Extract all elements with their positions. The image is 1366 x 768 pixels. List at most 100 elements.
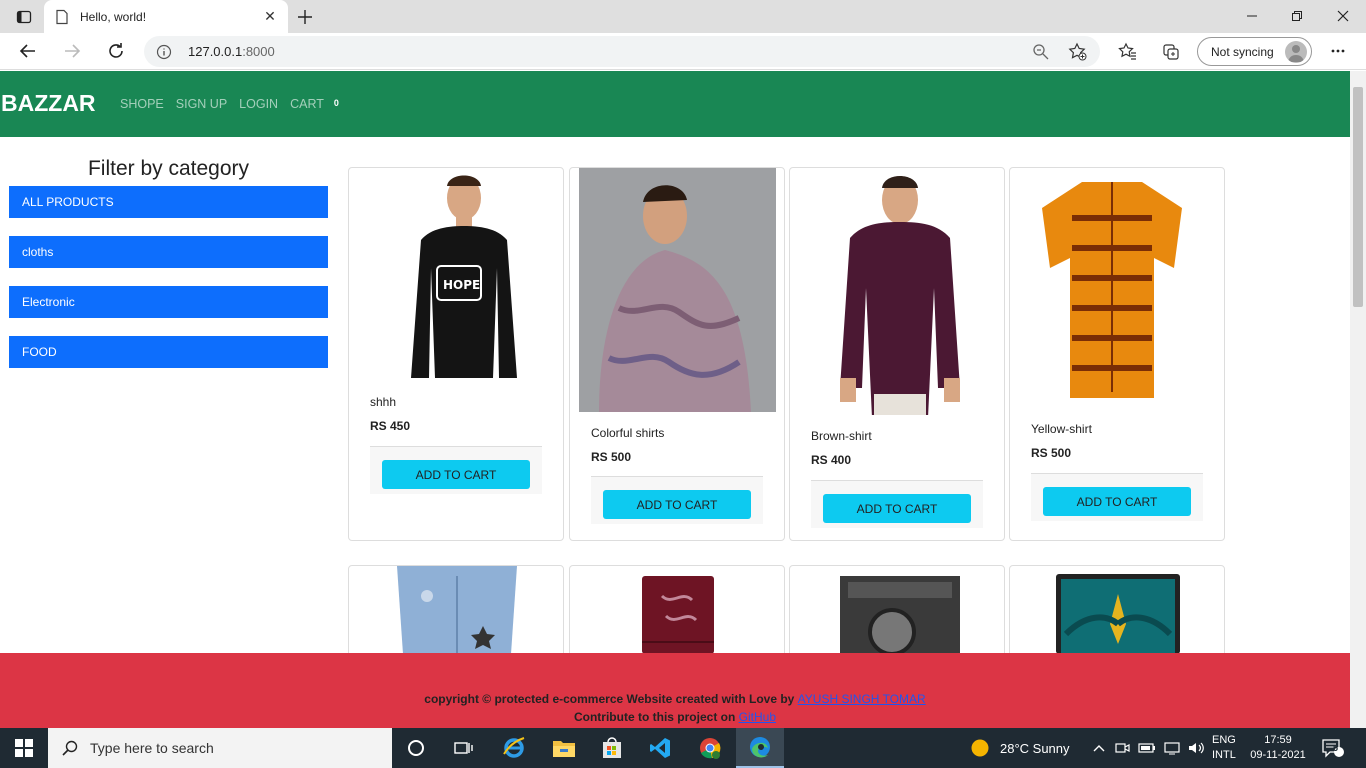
search-icon	[62, 740, 78, 756]
search-placeholder: Type here to search	[90, 740, 214, 756]
product-name[interactable]: Yellow-shirt	[1031, 422, 1092, 436]
meet-now-icon[interactable]	[1114, 741, 1130, 755]
add-to-cart-button[interactable]: ADD TO CART	[603, 490, 751, 519]
cart-count-badge: 0	[333, 98, 339, 108]
weather-text: 28°C Sunny	[1000, 740, 1070, 756]
browser-tab-bar: Hello, world! ✕	[0, 0, 1366, 33]
favorites-icon[interactable]	[1113, 37, 1141, 65]
github-link[interactable]: GitHub	[739, 710, 776, 724]
page-viewport: BAZZAR SHOPE SIGN UP LOGIN CART 0 Filter…	[0, 71, 1350, 728]
vscode-icon[interactable]	[636, 728, 684, 768]
battery-icon[interactable]	[1138, 742, 1156, 754]
category-all-products[interactable]: ALL PRODUCTS	[9, 186, 328, 218]
profile-label: Not syncing	[1211, 44, 1274, 59]
network-icon[interactable]	[1164, 741, 1180, 755]
product-name[interactable]: shhh	[370, 395, 396, 409]
url-text: 127.0.0.1:8000	[188, 44, 275, 59]
card-footer: ADD TO CART	[1031, 473, 1203, 521]
site-footer: copyright © protected e-commerce Website…	[0, 653, 1350, 728]
avatar	[1285, 41, 1307, 63]
chrome-icon[interactable]	[686, 728, 734, 768]
close-tab-icon[interactable]: ✕	[262, 8, 278, 25]
zoom-icon[interactable]	[1032, 43, 1049, 60]
nav-link-shope[interactable]: SHOPE	[120, 97, 164, 111]
add-favorite-icon[interactable]	[1068, 42, 1087, 61]
product-image-black-tshirt[interactable]: HOPE	[399, 168, 529, 381]
more-menu-icon[interactable]	[1324, 37, 1352, 65]
page-icon	[56, 9, 68, 24]
windows-taskbar: Type here to search 28°C Sunny ENG INTL	[0, 728, 1366, 768]
file-explorer-icon[interactable]	[540, 728, 588, 768]
contribute-text: Contribute to this project on GitHub	[573, 710, 776, 724]
product-card: Yellow-shirt RS 500 ADD TO CART	[1009, 167, 1225, 541]
add-to-cart-button[interactable]: ADD TO CART	[382, 460, 530, 489]
product-image-brown-shirt[interactable]	[830, 168, 970, 415]
info-icon[interactable]	[156, 44, 172, 60]
edge-icon[interactable]	[736, 728, 784, 768]
product-price: RS 400	[811, 453, 852, 467]
notification-count: 5	[1333, 743, 1339, 753]
browser-toolbar: 127.0.0.1:8000 Not syncing	[0, 33, 1366, 70]
restore-icon[interactable]	[1277, 4, 1317, 28]
filter-title: Filter by category	[87, 157, 250, 180]
browser-tab[interactable]: Hello, world! ✕	[44, 0, 288, 33]
address-bar[interactable]: 127.0.0.1:8000	[144, 36, 1100, 67]
product-image-refrigerator[interactable]	[642, 576, 714, 654]
refresh-icon[interactable]	[102, 37, 130, 65]
clock-date: 09-11-2021	[1250, 749, 1306, 761]
close-window-icon[interactable]	[1323, 4, 1363, 28]
author-link[interactable]: AYUSH SINGH TOMAR	[798, 692, 926, 706]
volume-icon[interactable]	[1188, 741, 1206, 755]
forward-icon[interactable]	[58, 37, 86, 65]
system-tray	[1092, 728, 1206, 768]
product-image-jeans[interactable]	[387, 566, 527, 654]
category-electronic[interactable]: Electronic	[9, 286, 328, 318]
weather-widget[interactable]: 28°C Sunny	[970, 728, 1070, 768]
card-footer: ADD TO CART	[370, 446, 542, 494]
notification-center-icon[interactable]: 5	[1320, 736, 1346, 760]
chevron-up-icon[interactable]	[1092, 741, 1106, 755]
category-food[interactable]: FOOD	[9, 336, 328, 368]
nav-link-login[interactable]: LOGIN	[239, 97, 278, 111]
product-image-washing-machine[interactable]	[840, 576, 960, 654]
copyright-text: copyright © protected e-commerce Website…	[424, 692, 926, 706]
product-name[interactable]: Colorful shirts	[591, 426, 664, 440]
taskbar-clock[interactable]: 17:59 09-11-2021	[1246, 733, 1310, 763]
scrollbar-thumb[interactable]	[1353, 87, 1363, 307]
new-tab-icon[interactable]	[294, 6, 316, 28]
collections-icon[interactable]	[1157, 37, 1185, 65]
add-to-cart-button[interactable]: ADD TO CART	[823, 494, 971, 523]
sun-icon	[971, 739, 989, 757]
add-to-cart-button[interactable]: ADD TO CART	[1043, 487, 1191, 516]
brand-logo[interactable]: BAZZAR	[1, 90, 96, 117]
product-name[interactable]: Brown-shirt	[811, 429, 872, 443]
category-cloths[interactable]: cloths	[9, 236, 328, 268]
task-view-icon[interactable]	[440, 728, 488, 768]
microsoft-store-icon[interactable]	[588, 728, 636, 768]
language-code: ENG	[1212, 734, 1236, 746]
nav-link-cart[interactable]: CART	[290, 97, 324, 111]
product-image-yellow-shirt[interactable]	[1032, 178, 1192, 404]
windows-start-icon[interactable]	[0, 728, 48, 768]
card-footer: ADD TO CART	[811, 480, 983, 528]
language-indicator[interactable]: ENG INTL	[1212, 733, 1236, 763]
internet-explorer-icon[interactable]	[490, 728, 538, 768]
minimize-icon[interactable]	[1232, 4, 1272, 28]
taskbar-search-box[interactable]: Type here to search	[48, 728, 392, 768]
keyboard-layout: INTL	[1212, 749, 1236, 761]
clock-time: 17:59	[1264, 734, 1292, 746]
product-image-laptop[interactable]	[1056, 574, 1180, 654]
site-navbar: BAZZAR SHOPE SIGN UP LOGIN CART 0	[0, 71, 1350, 137]
nav-link-sign-up[interactable]: SIGN UP	[176, 97, 227, 111]
card-footer: ADD TO CART	[591, 476, 763, 524]
page-scrollbar[interactable]	[1350, 71, 1366, 728]
cortana-icon[interactable]	[392, 728, 440, 768]
profile-button[interactable]: Not syncing	[1197, 37, 1312, 66]
tab-actions-icon[interactable]	[8, 5, 40, 29]
product-card: Brown-shirt RS 400 ADD TO CART	[789, 167, 1005, 541]
product-card: Colorful shirts RS 500 ADD TO CART	[569, 167, 785, 541]
back-icon[interactable]	[14, 37, 42, 65]
product-price: RS 500	[1031, 446, 1072, 460]
product-image-colorful-shirt[interactable]	[579, 168, 776, 412]
svg-text:HOPE: HOPE	[443, 278, 480, 292]
